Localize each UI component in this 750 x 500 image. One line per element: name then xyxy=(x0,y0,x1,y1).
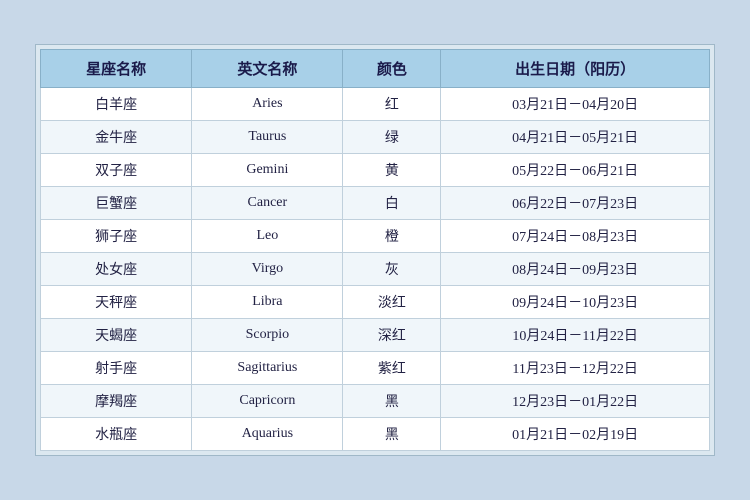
cell-english-name: Aries xyxy=(192,88,343,121)
cell-english-name: Taurus xyxy=(192,121,343,154)
table-row: 白羊座Aries红03月21日－04月20日 xyxy=(41,88,710,121)
table-row: 处女座Virgo灰08月24日－09月23日 xyxy=(41,253,710,286)
table-row: 水瓶座Aquarius黑01月21日－02月19日 xyxy=(41,418,710,451)
cell-chinese-name: 射手座 xyxy=(41,352,192,385)
cell-date: 06月22日－07月23日 xyxy=(441,187,710,220)
cell-english-name: Scorpio xyxy=(192,319,343,352)
table-row: 双子座Gemini黄05月22日－06月21日 xyxy=(41,154,710,187)
cell-english-name: Leo xyxy=(192,220,343,253)
cell-english-name: Capricorn xyxy=(192,385,343,418)
header-date: 出生日期（阳历） xyxy=(441,50,710,88)
cell-color: 黑 xyxy=(343,418,441,451)
cell-chinese-name: 双子座 xyxy=(41,154,192,187)
table-row: 天蝎座Scorpio深红10月24日－11月22日 xyxy=(41,319,710,352)
cell-chinese-name: 狮子座 xyxy=(41,220,192,253)
cell-english-name: Gemini xyxy=(192,154,343,187)
table-row: 天秤座Libra淡红09月24日－10月23日 xyxy=(41,286,710,319)
cell-chinese-name: 金牛座 xyxy=(41,121,192,154)
table-row: 摩羯座Capricorn黑12月23日－01月22日 xyxy=(41,385,710,418)
cell-color: 紫红 xyxy=(343,352,441,385)
cell-date: 05月22日－06月21日 xyxy=(441,154,710,187)
header-english-name: 英文名称 xyxy=(192,50,343,88)
cell-date: 08月24日－09月23日 xyxy=(441,253,710,286)
cell-chinese-name: 白羊座 xyxy=(41,88,192,121)
cell-english-name: Libra xyxy=(192,286,343,319)
cell-color: 黑 xyxy=(343,385,441,418)
table-body: 白羊座Aries红03月21日－04月20日金牛座Taurus绿04月21日－0… xyxy=(41,88,710,451)
cell-color: 深红 xyxy=(343,319,441,352)
cell-english-name: Cancer xyxy=(192,187,343,220)
cell-color: 白 xyxy=(343,187,441,220)
cell-chinese-name: 天秤座 xyxy=(41,286,192,319)
cell-chinese-name: 巨蟹座 xyxy=(41,187,192,220)
cell-color: 橙 xyxy=(343,220,441,253)
cell-chinese-name: 天蝎座 xyxy=(41,319,192,352)
cell-color: 黄 xyxy=(343,154,441,187)
cell-english-name: Sagittarius xyxy=(192,352,343,385)
cell-color: 灰 xyxy=(343,253,441,286)
header-chinese-name: 星座名称 xyxy=(41,50,192,88)
zodiac-table: 星座名称 英文名称 颜色 出生日期（阳历） 白羊座Aries红03月21日－04… xyxy=(40,49,710,451)
cell-color: 淡红 xyxy=(343,286,441,319)
cell-color: 绿 xyxy=(343,121,441,154)
cell-chinese-name: 摩羯座 xyxy=(41,385,192,418)
table-row: 金牛座Taurus绿04月21日－05月21日 xyxy=(41,121,710,154)
cell-english-name: Aquarius xyxy=(192,418,343,451)
table-row: 狮子座Leo橙07月24日－08月23日 xyxy=(41,220,710,253)
cell-date: 09月24日－10月23日 xyxy=(441,286,710,319)
cell-date: 07月24日－08月23日 xyxy=(441,220,710,253)
cell-date: 04月21日－05月21日 xyxy=(441,121,710,154)
cell-date: 10月24日－11月22日 xyxy=(441,319,710,352)
cell-date: 11月23日－12月22日 xyxy=(441,352,710,385)
cell-color: 红 xyxy=(343,88,441,121)
cell-date: 12月23日－01月22日 xyxy=(441,385,710,418)
cell-date: 01月21日－02月19日 xyxy=(441,418,710,451)
zodiac-table-container: 星座名称 英文名称 颜色 出生日期（阳历） 白羊座Aries红03月21日－04… xyxy=(35,44,715,456)
cell-date: 03月21日－04月20日 xyxy=(441,88,710,121)
table-row: 巨蟹座Cancer白06月22日－07月23日 xyxy=(41,187,710,220)
header-color: 颜色 xyxy=(343,50,441,88)
table-row: 射手座Sagittarius紫红11月23日－12月22日 xyxy=(41,352,710,385)
cell-chinese-name: 处女座 xyxy=(41,253,192,286)
cell-chinese-name: 水瓶座 xyxy=(41,418,192,451)
cell-english-name: Virgo xyxy=(192,253,343,286)
table-header-row: 星座名称 英文名称 颜色 出生日期（阳历） xyxy=(41,50,710,88)
